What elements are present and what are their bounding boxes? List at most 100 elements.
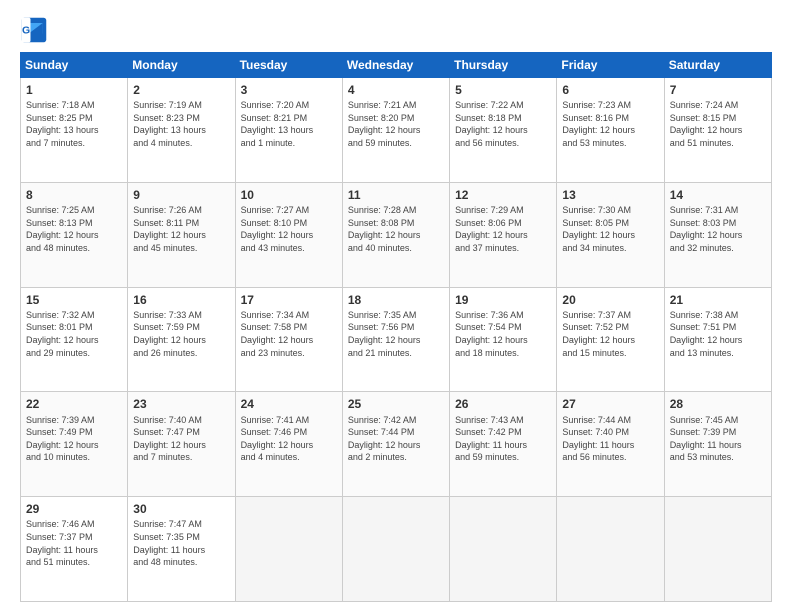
- day-cell: 17Sunrise: 7:34 AM Sunset: 7:58 PM Dayli…: [235, 287, 342, 392]
- day-info: Sunrise: 7:42 AM Sunset: 7:44 PM Dayligh…: [348, 414, 444, 464]
- day-cell: 21Sunrise: 7:38 AM Sunset: 7:51 PM Dayli…: [664, 287, 771, 392]
- day-cell: 19Sunrise: 7:36 AM Sunset: 7:54 PM Dayli…: [450, 287, 557, 392]
- day-number: 28: [670, 396, 766, 412]
- day-cell: 1Sunrise: 7:18 AM Sunset: 8:25 PM Daylig…: [21, 78, 128, 183]
- day-info: Sunrise: 7:33 AM Sunset: 7:59 PM Dayligh…: [133, 309, 229, 359]
- page: G SundayMondayTuesdayWednesdayThursdayFr…: [0, 0, 792, 612]
- day-info: Sunrise: 7:32 AM Sunset: 8:01 PM Dayligh…: [26, 309, 122, 359]
- col-header-sunday: Sunday: [21, 53, 128, 78]
- day-number: 12: [455, 187, 551, 203]
- day-number: 1: [26, 82, 122, 98]
- day-info: Sunrise: 7:45 AM Sunset: 7:39 PM Dayligh…: [670, 414, 766, 464]
- day-number: 7: [670, 82, 766, 98]
- col-header-friday: Friday: [557, 53, 664, 78]
- day-cell: 5Sunrise: 7:22 AM Sunset: 8:18 PM Daylig…: [450, 78, 557, 183]
- day-info: Sunrise: 7:20 AM Sunset: 8:21 PM Dayligh…: [241, 99, 337, 149]
- day-cell: 12Sunrise: 7:29 AM Sunset: 8:06 PM Dayli…: [450, 182, 557, 287]
- day-cell: 24 Sunrise: 7:41 AM Sunset: 7:46 PM Dayli…: [235, 392, 342, 497]
- day-cell: [235, 497, 342, 602]
- day-number: 9: [133, 187, 229, 203]
- day-info: Sunrise: 7:36 AM Sunset: 7:54 PM Dayligh…: [455, 309, 551, 359]
- day-cell: 7Sunrise: 7:24 AM Sunset: 8:15 PM Daylig…: [664, 78, 771, 183]
- col-header-wednesday: Wednesday: [342, 53, 449, 78]
- day-number: 8: [26, 187, 122, 203]
- header: G: [20, 16, 772, 44]
- day-number: 27: [562, 396, 658, 412]
- day-number: 22: [26, 396, 122, 412]
- day-number: 26: [455, 396, 551, 412]
- week-row-2: 8Sunrise: 7:25 AM Sunset: 8:13 PM Daylig…: [21, 182, 772, 287]
- day-cell: 6Sunrise: 7:23 AM Sunset: 8:16 PM Daylig…: [557, 78, 664, 183]
- day-cell: 11Sunrise: 7:28 AM Sunset: 8:08 PM Dayli…: [342, 182, 449, 287]
- day-info: Sunrise: 7:39 AM Sunset: 7:49 PM Dayligh…: [26, 414, 122, 464]
- day-info: Sunrise: 7:40 AM Sunset: 7:47 PM Dayligh…: [133, 414, 229, 464]
- week-row-5: 29Sunrise: 7:46 AM Sunset: 7:37 PM Dayli…: [21, 497, 772, 602]
- day-cell: 22 Sunrise: 7:39 AM Sunset: 7:49 PM Dayli…: [21, 392, 128, 497]
- day-number: 5: [455, 82, 551, 98]
- day-info: Sunrise: 7:24 AM Sunset: 8:15 PM Dayligh…: [670, 99, 766, 149]
- day-cell: 2Sunrise: 7:19 AM Sunset: 8:23 PM Daylig…: [128, 78, 235, 183]
- day-number: 11: [348, 187, 444, 203]
- day-cell: 27 Sunrise: 7:44 AM Sunset: 7:40 PM Dayli…: [557, 392, 664, 497]
- week-row-3: 15Sunrise: 7:32 AM Sunset: 8:01 PM Dayli…: [21, 287, 772, 392]
- day-cell: [342, 497, 449, 602]
- day-cell: 25Sunrise: 7:42 AM Sunset: 7:44 PM Dayli…: [342, 392, 449, 497]
- day-number: 20: [562, 292, 658, 308]
- day-number: 21: [670, 292, 766, 308]
- col-header-saturday: Saturday: [664, 53, 771, 78]
- day-number: 24: [241, 396, 337, 412]
- day-info: Sunrise: 7:25 AM Sunset: 8:13 PM Dayligh…: [26, 204, 122, 254]
- day-cell: 20Sunrise: 7:37 AM Sunset: 7:52 PM Dayli…: [557, 287, 664, 392]
- day-info: Sunrise: 7:18 AM Sunset: 8:25 PM Dayligh…: [26, 99, 122, 149]
- day-info: Sunrise: 7:22 AM Sunset: 8:18 PM Dayligh…: [455, 99, 551, 149]
- day-cell: 26 Sunrise: 7:43 AM Sunset: 7:42 PM Dayli…: [450, 392, 557, 497]
- day-cell: 16Sunrise: 7:33 AM Sunset: 7:59 PM Dayli…: [128, 287, 235, 392]
- day-info: Sunrise: 7:37 AM Sunset: 7:52 PM Dayligh…: [562, 309, 658, 359]
- logo: G: [20, 16, 52, 44]
- col-header-tuesday: Tuesday: [235, 53, 342, 78]
- day-info: Sunrise: 7:44 AM Sunset: 7:40 PM Dayligh…: [562, 414, 658, 464]
- day-cell: 14Sunrise: 7:31 AM Sunset: 8:03 PM Dayli…: [664, 182, 771, 287]
- day-number: 13: [562, 187, 658, 203]
- day-info: Sunrise: 7:43 AM Sunset: 7:42 PM Dayligh…: [455, 414, 551, 464]
- day-number: 19: [455, 292, 551, 308]
- day-info: Sunrise: 7:46 AM Sunset: 7:37 PM Dayligh…: [26, 518, 122, 568]
- day-info: Sunrise: 7:30 AM Sunset: 8:05 PM Dayligh…: [562, 204, 658, 254]
- day-number: 16: [133, 292, 229, 308]
- day-cell: 23 Sunrise: 7:40 AM Sunset: 7:47 PM Dayli…: [128, 392, 235, 497]
- day-cell: 10Sunrise: 7:27 AM Sunset: 8:10 PM Dayli…: [235, 182, 342, 287]
- day-number: 14: [670, 187, 766, 203]
- day-info: Sunrise: 7:35 AM Sunset: 7:56 PM Dayligh…: [348, 309, 444, 359]
- day-cell: 30Sunrise: 7:47 AM Sunset: 7:35 PM Dayli…: [128, 497, 235, 602]
- day-cell: 8Sunrise: 7:25 AM Sunset: 8:13 PM Daylig…: [21, 182, 128, 287]
- day-cell: 28 Sunrise: 7:45 AM Sunset: 7:39 PM Dayli…: [664, 392, 771, 497]
- day-number: 6: [562, 82, 658, 98]
- week-row-1: 1Sunrise: 7:18 AM Sunset: 8:25 PM Daylig…: [21, 78, 772, 183]
- day-number: 2: [133, 82, 229, 98]
- day-number: 10: [241, 187, 337, 203]
- day-number: 23: [133, 396, 229, 412]
- day-cell: [450, 497, 557, 602]
- logo-icon: G: [20, 16, 48, 44]
- day-info: Sunrise: 7:29 AM Sunset: 8:06 PM Dayligh…: [455, 204, 551, 254]
- day-info: Sunrise: 7:31 AM Sunset: 8:03 PM Dayligh…: [670, 204, 766, 254]
- day-cell: [557, 497, 664, 602]
- day-info: Sunrise: 7:19 AM Sunset: 8:23 PM Dayligh…: [133, 99, 229, 149]
- day-cell: 29Sunrise: 7:46 AM Sunset: 7:37 PM Dayli…: [21, 497, 128, 602]
- day-cell: 13Sunrise: 7:30 AM Sunset: 8:05 PM Dayli…: [557, 182, 664, 287]
- day-number: 29: [26, 501, 122, 517]
- day-number: 15: [26, 292, 122, 308]
- day-cell: 4Sunrise: 7:21 AM Sunset: 8:20 PM Daylig…: [342, 78, 449, 183]
- day-info: Sunrise: 7:38 AM Sunset: 7:51 PM Dayligh…: [670, 309, 766, 359]
- day-cell: 18Sunrise: 7:35 AM Sunset: 7:56 PM Dayli…: [342, 287, 449, 392]
- day-cell: 3Sunrise: 7:20 AM Sunset: 8:21 PM Daylig…: [235, 78, 342, 183]
- day-info: Sunrise: 7:21 AM Sunset: 8:20 PM Dayligh…: [348, 99, 444, 149]
- day-cell: [664, 497, 771, 602]
- svg-text:G: G: [22, 25, 30, 37]
- week-row-4: 22 Sunrise: 7:39 AM Sunset: 7:49 PM Dayli…: [21, 392, 772, 497]
- header-row: SundayMondayTuesdayWednesdayThursdayFrid…: [21, 53, 772, 78]
- day-number: 4: [348, 82, 444, 98]
- day-info: Sunrise: 7:41 AM Sunset: 7:46 PM Dayligh…: [241, 414, 337, 464]
- day-info: Sunrise: 7:26 AM Sunset: 8:11 PM Dayligh…: [133, 204, 229, 254]
- day-info: Sunrise: 7:34 AM Sunset: 7:58 PM Dayligh…: [241, 309, 337, 359]
